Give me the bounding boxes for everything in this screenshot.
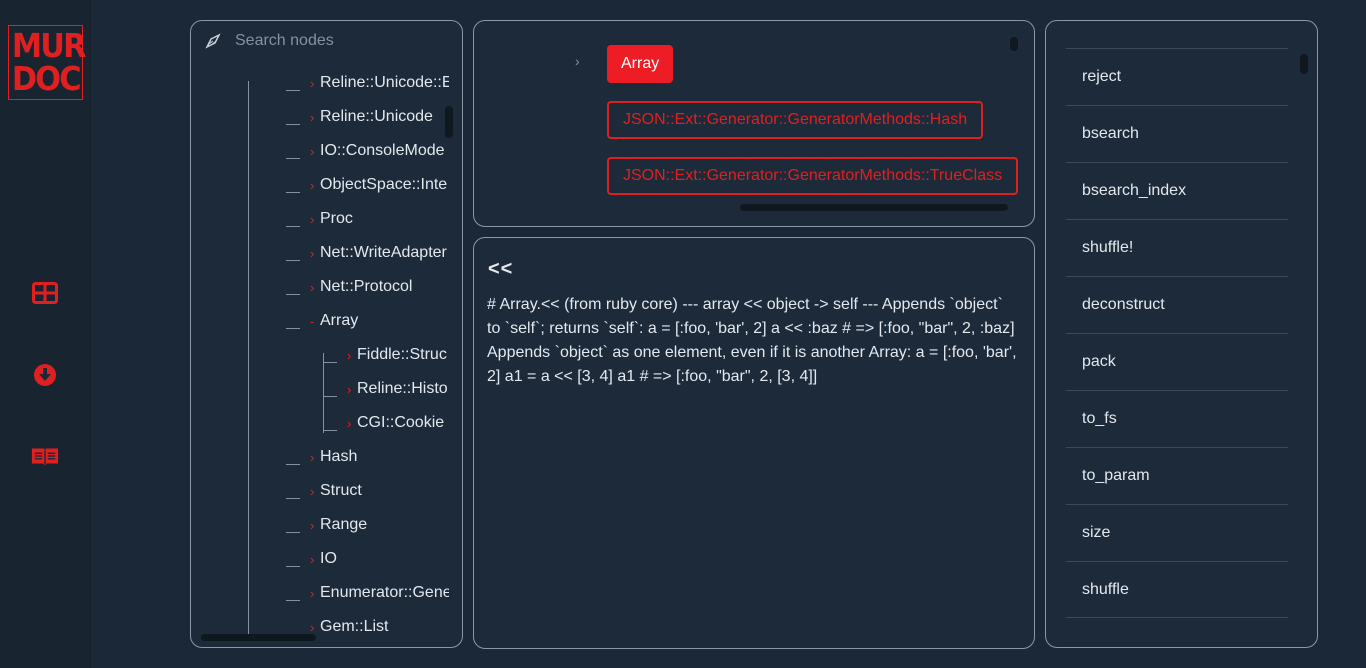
method-item[interactable]: size [1066,504,1288,561]
related-class-button[interactable]: JSON::Ext::Generator::GeneratorMethods::… [607,157,1019,195]
method-item[interactable]: deconstruct [1066,276,1288,333]
doc-title: << [488,258,514,280]
chevron-right-icon: › [347,347,352,363]
method-item[interactable]: shuffle! [1066,219,1288,276]
documentation-panel: << # Array.<< (from ruby core) --- array… [473,237,1035,649]
tree-node-child[interactable]: › Fiddle::Struc [323,345,447,365]
tree-node-label: Net::WriteAdapter [320,244,447,261]
logo-line-1: MUR [11,26,87,65]
selected-class-button[interactable]: Array [607,45,674,83]
method-item[interactable]: shuffle [1066,561,1288,618]
collapse-dash-icon: - [310,313,315,329]
logo-line-2: DOC [11,59,82,98]
chevron-right-icon: › [310,75,315,91]
tree-node[interactable]: › Range [286,515,367,535]
tree-node[interactable]: › IO::ConsoleMode [286,141,445,161]
tree-node-label: Gem::List [320,618,389,635]
chevron-right-icon: › [310,551,315,567]
methods-vertical-scrollbar[interactable] [1300,54,1308,74]
chevron-right-icon: › [310,143,315,159]
tree-node[interactable]: › Net::Protocol [286,277,412,297]
tree-horizontal-scrollbar[interactable] [201,634,316,641]
node-tree-panel: › Reline::Unicode::E › Reline::Unicode ›… [190,20,463,648]
tree-node-label: Fiddle::Struc [357,346,447,363]
method-item[interactable]: to_param [1066,447,1288,504]
tree-node-expanded[interactable]: - Array [286,311,358,331]
chevron-right-icon: › [310,619,315,635]
chevron-right-icon: › [310,483,315,499]
tree-vertical-scrollbar[interactable] [445,106,453,138]
method-item[interactable]: pack [1066,333,1288,390]
chevron-right-icon: › [310,517,315,533]
inspect-vertical-scrollbar[interactable] [1010,37,1018,51]
tree-node-label: Hash [320,448,358,465]
methods-list: reject bsearch bsearch_index shuffle! de… [1066,48,1288,618]
chevron-right-icon: › [310,449,315,465]
tree-node[interactable]: › Reline::Unicode::E [286,73,449,93]
method-item[interactable]: bsearch [1066,105,1288,162]
left-rail: MUR DOC [0,0,91,668]
related-class-button[interactable]: JSON::Ext::Generator::GeneratorMethods::… [607,101,984,139]
tree-node-label: CGI::Cookie [357,414,445,431]
method-item[interactable]: reject [1066,48,1288,105]
chevron-right-icon: › [347,381,352,397]
inspect-horizontal-scrollbar[interactable] [740,204,1008,211]
tree-node-label: Range [320,516,368,533]
tree-node-label: IO [320,550,337,567]
chevron-right-icon: › [347,415,352,431]
tree-node-label: Reline::Unicode::E [320,74,449,91]
download-circle-icon[interactable] [31,361,59,389]
tree-node[interactable]: › Gem::List [286,617,388,635]
method-item[interactable]: to_fs [1066,390,1288,447]
tree-node-label: Proc [320,210,353,227]
chevron-right-icon: › [310,245,315,261]
node-tree: › Reline::Unicode::E › Reline::Unicode ›… [191,73,449,635]
tree-node-child[interactable]: › Reline::Histo [323,379,448,399]
methods-panel: reject bsearch bsearch_index shuffle! de… [1045,20,1318,648]
chevron-right-icon: › [310,585,315,601]
tree-node[interactable]: › ObjectSpace::Inte [286,175,447,195]
inspect-panel: › Array JSON::Ext::Generator::GeneratorM… [473,20,1035,227]
tree-node[interactable]: › Net::WriteAdapter [286,243,447,263]
chevron-right-icon: › [310,109,315,125]
layout-grid-icon[interactable] [31,279,59,307]
tree-node-label: IO::ConsoleMode [320,142,445,159]
chevron-right-icon: › [310,211,315,227]
open-book-icon[interactable] [31,442,59,470]
chevron-right-icon: › [310,177,315,193]
tree-node-label: Net::Protocol [320,278,413,295]
search-bar [205,31,435,51]
tree-node[interactable]: › Enumerator::Gene [286,583,449,603]
tree-node[interactable]: › IO [286,549,337,569]
tree-node-child[interactable]: › CGI::Cookie [323,413,444,433]
search-input[interactable] [235,32,435,50]
tree-node[interactable]: › Struct [286,481,362,501]
tree-node[interactable]: › Reline::Unicode [286,107,433,127]
murdoc-logo: MUR DOC [8,25,87,100]
doc-body: # Array.<< (from ruby core) --- array <<… [487,296,1017,385]
tree-node-label: Reline::Unicode [320,108,433,125]
tree-node[interactable]: › Proc [286,209,353,229]
method-item[interactable]: bsearch_index [1066,162,1288,219]
tree-node-label: Reline::Histo [357,380,448,397]
tree-node-label: ObjectSpace::Inte [320,176,448,193]
tree-node-label: Array [320,312,359,329]
tree-node[interactable]: › Hash [286,447,357,467]
tree-node-label: Enumerator::Gene [320,584,449,601]
chevron-right-icon[interactable]: › [575,53,580,69]
broom-search-icon [205,33,221,49]
chevron-right-icon: › [310,279,315,295]
tree-node-label: Struct [320,482,362,499]
